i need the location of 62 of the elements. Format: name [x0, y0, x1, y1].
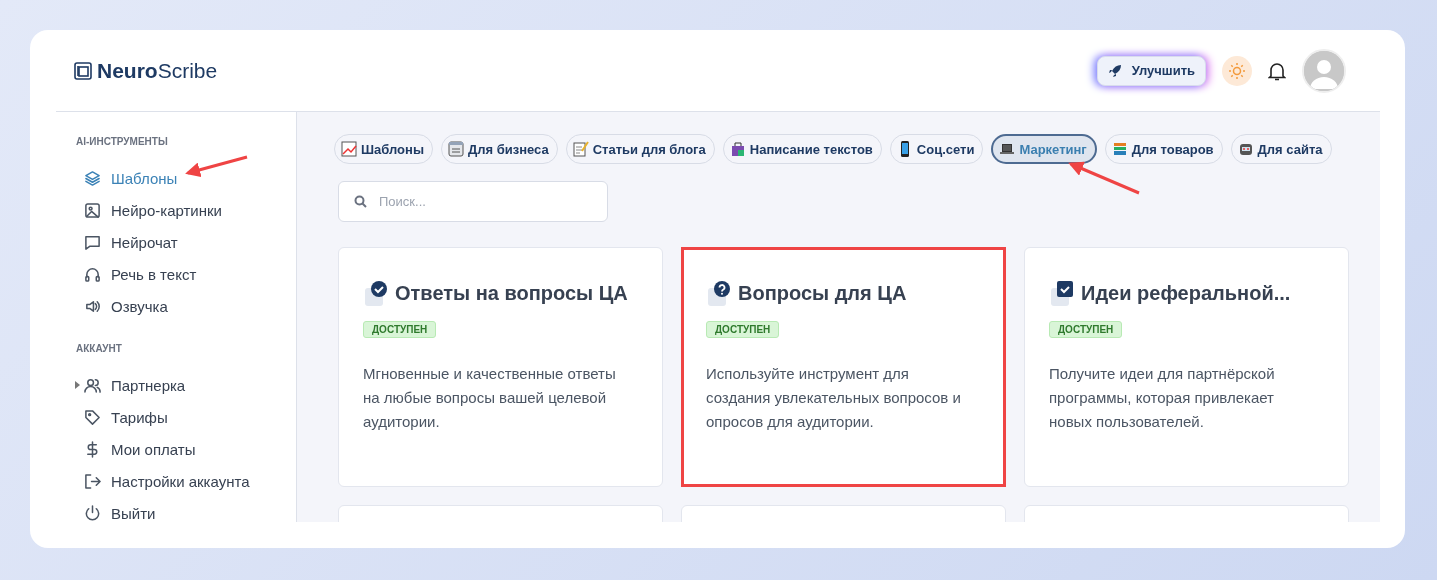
- clipboard-question-icon: [706, 280, 732, 307]
- category-chip[interactable]: Написание текстов: [722, 134, 882, 164]
- section-heading: AI-ИНСТРУМЕНТЫ: [76, 136, 169, 147]
- clipboard-check-icon: [363, 280, 389, 307]
- sun-icon: [1228, 61, 1246, 80]
- users-icon: [84, 376, 101, 394]
- bell-icon[interactable]: [1268, 60, 1286, 81]
- speech-bubble-icon: [84, 233, 101, 251]
- image-icon: [84, 201, 101, 219]
- books-icon: [1111, 141, 1128, 157]
- category-chip[interactable]: Для бизнеса: [441, 134, 558, 164]
- status-badge: ДОСТУПЕН: [363, 321, 437, 338]
- annotation-arrow: [1068, 161, 1140, 195]
- card-description: Используйте инструмент для создания увлекательных вопросов и опросов для аудитории.: [706, 364, 962, 432]
- card-description: Получите идеи для партнёрской программы, которая привлекает новых пользователей.: [1049, 364, 1276, 432]
- sidebar-item[interactable]: Партнерка: [76, 369, 296, 401]
- rocket-icon: [1107, 63, 1122, 78]
- sign-out-icon: [84, 472, 101, 490]
- template-card[interactable]: Ответы на вопросы ЦА ДОСТУПЕН Мгновенные и качественные ответы на любые вопросы вашей целевой аудитории.: [338, 247, 663, 487]
- bag-icon: [729, 141, 746, 157]
- category-chip[interactable]: Статьи для блога: [565, 134, 715, 164]
- robot-icon: [1237, 141, 1254, 157]
- logo-icon: [74, 61, 92, 80]
- search-field[interactable]: Поиск...: [338, 181, 608, 222]
- laptop-icon: [999, 141, 1016, 157]
- sidebar-item[interactable]: Мои оплаты: [76, 433, 296, 465]
- sidebar-item[interactable]: Озвучка: [76, 290, 296, 322]
- theme-toggle-button[interactable]: [1222, 55, 1252, 86]
- template-card[interactable]: Идеи реферальной... ДОСТУПЕН Получите идеи для партнёрской программы, которая привлекает новых пользователей.: [1024, 247, 1349, 487]
- avatar-silhouette[interactable]: [1302, 48, 1346, 93]
- sidebar-item[interactable]: Тарифы: [76, 401, 296, 433]
- card-title: Вопросы для ЦА: [738, 282, 907, 305]
- layers-icon: [84, 169, 101, 187]
- sidebar-item[interactable]: Шаблоны: [76, 162, 296, 194]
- category-chip[interactable]: Для товаров: [1104, 134, 1223, 164]
- caret-icon[interactable]: [74, 381, 80, 389]
- highlighted-template-card[interactable]: Вопросы для ЦА ДОСТУПЕН Используйте инструмент для создания увлекательных вопросов и опросов для аудитории.: [681, 247, 1006, 487]
- sidebar-item[interactable]: Нейрочат: [76, 226, 296, 258]
- category-chip[interactable]: Для сайта: [1230, 134, 1332, 164]
- sidebar-item[interactable]: Нейро-картинки: [76, 194, 296, 226]
- sidebar-item[interactable]: Выйти: [76, 497, 296, 529]
- tag-icon: [84, 408, 101, 426]
- window-icon: [448, 141, 464, 157]
- checkbox-icon: [1049, 280, 1075, 307]
- headphones-icon: [84, 265, 101, 283]
- chart-icon: [341, 141, 357, 157]
- power-icon: [84, 504, 101, 522]
- sidebar-item[interactable]: Речь в текст: [76, 258, 296, 290]
- category-chip[interactable]: Соц.сети: [889, 134, 984, 164]
- notepad-icon: [572, 141, 589, 157]
- annotation-arrow: [185, 155, 248, 178]
- card-title: Ответы на вопросы ЦА: [395, 282, 628, 305]
- logo-text[interactable]: NeuroScribe: [97, 58, 218, 83]
- card-title: Идеи реферальной...: [1081, 282, 1291, 305]
- card-description: Мгновенные и качественные ответы на любые вопросы вашей целевой аудитории.: [363, 364, 617, 432]
- section-heading: АККАУНТ: [76, 343, 123, 354]
- category-chip[interactable]: Шаблоны: [334, 134, 433, 164]
- status-badge: ДОСТУПЕН: [706, 321, 780, 338]
- sidebar-item[interactable]: Настройки аккаунта: [76, 465, 296, 497]
- upgrade-button[interactable]: Улучшить: [1096, 55, 1206, 86]
- status-badge: ДОСТУПЕН: [1049, 321, 1123, 338]
- search-icon: [354, 195, 367, 208]
